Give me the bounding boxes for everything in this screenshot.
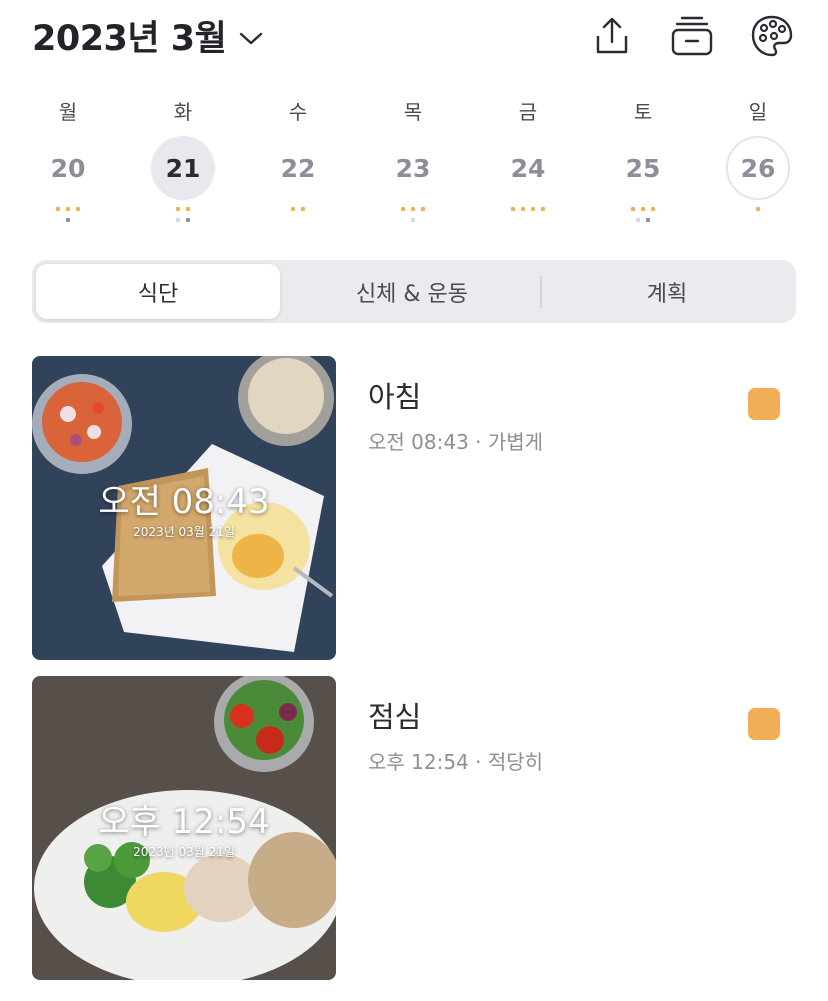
day-number: 22 xyxy=(280,153,316,183)
meal-dots xyxy=(125,207,241,211)
extra-dot xyxy=(646,218,650,222)
meal-subtitle: 오전 08:43 · 가볍게 xyxy=(368,430,544,454)
meal-card-lunch[interactable]: 오후 12:54 2023년 03월 21일 점심 오후 12:54 · 적당히 xyxy=(32,676,796,980)
day-name: 금 xyxy=(518,100,538,124)
meal-card-breakfast[interactable]: 오전 08:43 2023년 03월 21일 아침 오전 08:43 · 가볍게 xyxy=(32,356,796,660)
meal-photo[interactable]: 오전 08:43 2023년 03월 21일 xyxy=(32,356,336,660)
meal-dots xyxy=(240,207,356,211)
meal-color-tag[interactable] xyxy=(748,388,780,420)
photo-time-overlay: 오전 08:43 xyxy=(98,482,270,522)
meal-subtitle: 오후 12:54 · 적당히 xyxy=(368,750,544,774)
day-name: 월 xyxy=(58,100,78,124)
meal-dots xyxy=(10,207,126,211)
tab-label: 신체 & 운동 xyxy=(355,281,469,307)
day-name: 목 xyxy=(403,100,423,124)
meal-dot xyxy=(756,207,760,211)
meal-dots xyxy=(355,207,471,211)
day-name: 토 xyxy=(633,100,653,124)
extra-dot xyxy=(411,218,415,222)
tab-body-exercise[interactable]: 신체 & 운동 xyxy=(284,264,540,319)
day-number-button[interactable]: 22 xyxy=(266,136,330,200)
photo-date-overlay: 2023년 03월 21일 xyxy=(133,525,235,539)
extra-dot xyxy=(66,218,70,222)
month-selector[interactable]: 2023년 3월 xyxy=(32,10,264,61)
meal-dot xyxy=(401,207,405,211)
day-mon[interactable]: 월 20 xyxy=(10,92,126,232)
meal-dots xyxy=(585,207,701,211)
day-number-button[interactable]: 23 xyxy=(381,136,445,200)
day-number-button-selected[interactable]: 21 xyxy=(151,136,215,200)
meal-name: 점심 xyxy=(368,700,422,734)
day-number: 23 xyxy=(395,153,431,183)
meal-dot xyxy=(56,207,60,211)
day-sun[interactable]: 일 26 xyxy=(700,92,816,232)
meal-dot xyxy=(511,207,515,211)
meal-dot xyxy=(421,207,425,211)
day-tue[interactable]: 화 21 xyxy=(125,92,241,232)
week-strip: 월 20 화 21 수 22 목 23 금 24 토 25 일 26 xyxy=(10,92,818,232)
meal-dot xyxy=(291,207,295,211)
day-number-button[interactable]: 24 xyxy=(496,136,560,200)
day-number-button[interactable]: 20 xyxy=(36,136,100,200)
day-sat[interactable]: 토 25 xyxy=(585,92,701,232)
meal-photo[interactable]: 오후 12:54 2023년 03월 21일 xyxy=(32,676,336,980)
meal-color-tag[interactable] xyxy=(748,708,780,740)
day-number: 21 xyxy=(165,153,201,183)
share-icon[interactable] xyxy=(590,14,634,58)
meal-dot xyxy=(176,207,180,211)
day-fri[interactable]: 금 24 xyxy=(470,92,586,232)
day-name: 일 xyxy=(748,100,768,124)
meal-dot xyxy=(411,207,415,211)
meal-dots xyxy=(470,207,586,211)
extra-dots xyxy=(10,218,126,222)
top-bar: 2023년 3월 xyxy=(0,0,828,70)
photo-date-overlay: 2023년 03월 21일 xyxy=(133,845,235,859)
extra-dots xyxy=(355,218,471,222)
meal-dots xyxy=(700,207,816,211)
extra-dots xyxy=(125,218,241,222)
tab-label: 계획 xyxy=(646,281,688,307)
meal-dot xyxy=(76,207,80,211)
meal-dot xyxy=(641,207,645,211)
extra-dot xyxy=(636,218,640,222)
day-thu[interactable]: 목 23 xyxy=(355,92,471,232)
meal-dot xyxy=(531,207,535,211)
extra-dot xyxy=(176,218,180,222)
day-number: 24 xyxy=(510,153,546,183)
day-wed[interactable]: 수 22 xyxy=(240,92,356,232)
day-number-button[interactable]: 25 xyxy=(611,136,675,200)
day-number: 26 xyxy=(740,153,776,183)
meal-dot xyxy=(66,207,70,211)
day-name: 화 xyxy=(173,100,193,124)
tab-plan[interactable]: 계획 xyxy=(542,264,792,319)
meal-name: 아침 xyxy=(368,380,422,414)
photo-time-overlay: 오후 12:54 xyxy=(98,802,270,842)
meal-dot xyxy=(301,207,305,211)
meal-dot xyxy=(186,207,190,211)
palette-icon[interactable] xyxy=(750,14,794,58)
day-number: 25 xyxy=(625,153,661,183)
day-number-button-today[interactable]: 26 xyxy=(726,136,790,200)
extra-dot xyxy=(186,218,190,222)
day-number: 20 xyxy=(50,153,86,183)
month-title: 2023년 3월 xyxy=(32,19,227,59)
day-name: 수 xyxy=(288,100,308,124)
meal-dot xyxy=(651,207,655,211)
extra-dots xyxy=(585,218,701,222)
meal-dot xyxy=(631,207,635,211)
tab-label: 식단 xyxy=(137,281,179,307)
meal-dot xyxy=(521,207,525,211)
meal-dot xyxy=(541,207,545,211)
tab-diet[interactable]: 식단 xyxy=(36,264,280,319)
archive-icon[interactable] xyxy=(670,14,714,58)
segmented-tabs: 식단 신체 & 운동 계획 xyxy=(32,260,796,323)
chevron-down-icon xyxy=(240,32,263,44)
